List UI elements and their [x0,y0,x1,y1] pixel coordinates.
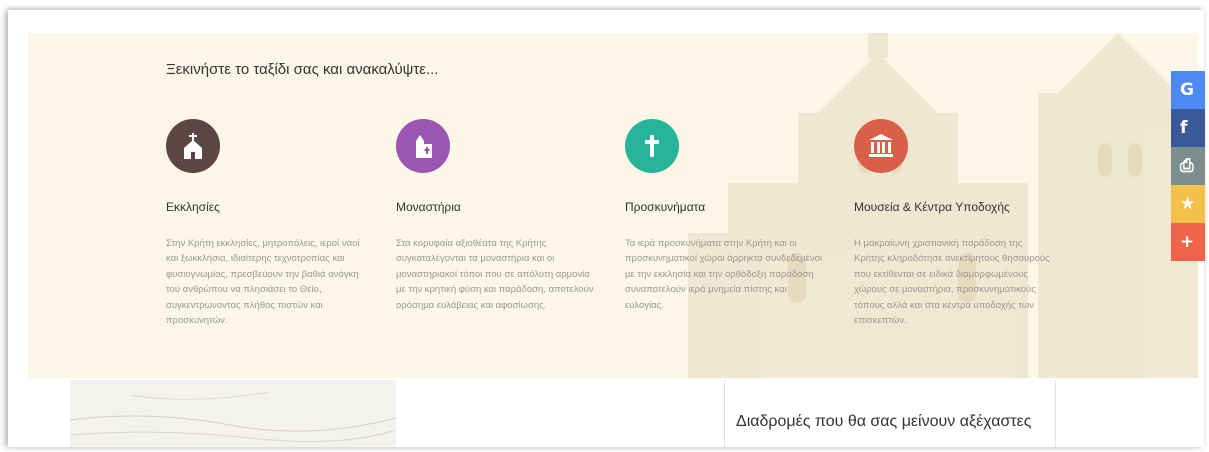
card-title[interactable]: Μοναστήρια [396,200,596,214]
card-description: Η μακραίωνη χριστιανική παράδοση της Κρή… [854,238,1050,327]
route-card-blank [400,380,722,447]
cross-icon[interactable] [625,119,679,173]
card-title[interactable]: Εκκλησίες [166,200,366,214]
card-pilgrimages[interactable]: Προσκυνήματα Τα ιερά προσκυνήματα στην Κ… [625,119,825,313]
card-museums[interactable]: Μουσεία & Κέντρα Υποδοχής Η μακραίωνη χρ… [854,119,1054,328]
card-description: Στην Κρήτη εκκλησίες, μητροπόλεις, ιεροί… [166,238,360,327]
card-description: Στα κορυφαία αξιοθέατα της Κρήτης συγκατ… [396,238,594,311]
card-title[interactable]: Προσκυνήματα [625,200,825,214]
facebook-icon[interactable]: f [1171,109,1205,147]
discover-banner: Ξεκινήστε το ταξίδι σας και ανακαλύψτε..… [28,33,1198,378]
card-monasteries[interactable]: Μοναστήρια Στα κορυφαία αξιοθέατα της Κρ… [396,119,596,313]
print-icon[interactable]: ⎙ [1171,147,1205,185]
route-thumbnail-map[interactable] [69,380,397,447]
card-title[interactable]: Μουσεία & Κέντρα Υποδοχής [854,200,1054,214]
museum-icon[interactable] [854,119,908,173]
monastery-icon[interactable] [396,119,450,173]
routes-heading: Διαδρομές που θα σας μείνουν αξέχαστες [736,413,1032,430]
intro-heading: Ξεκινήστε το ταξίδι σας και ανακαλύψτε..… [166,61,439,78]
google-icon[interactable]: G [1171,71,1205,109]
church-icon[interactable] [166,119,220,173]
card-description: Τα ιερά προσκυνήματα στην Κρήτη και οι π… [625,238,822,311]
favorite-star-icon[interactable]: ★ [1171,185,1205,223]
more-share-plus-icon[interactable]: + [1171,223,1205,261]
share-bar: G f ⎙ ★ + [1171,71,1205,261]
card-churches[interactable]: Εκκλησίες Στην Κρήτη εκκλησίες, μητροπόλ… [166,119,366,328]
